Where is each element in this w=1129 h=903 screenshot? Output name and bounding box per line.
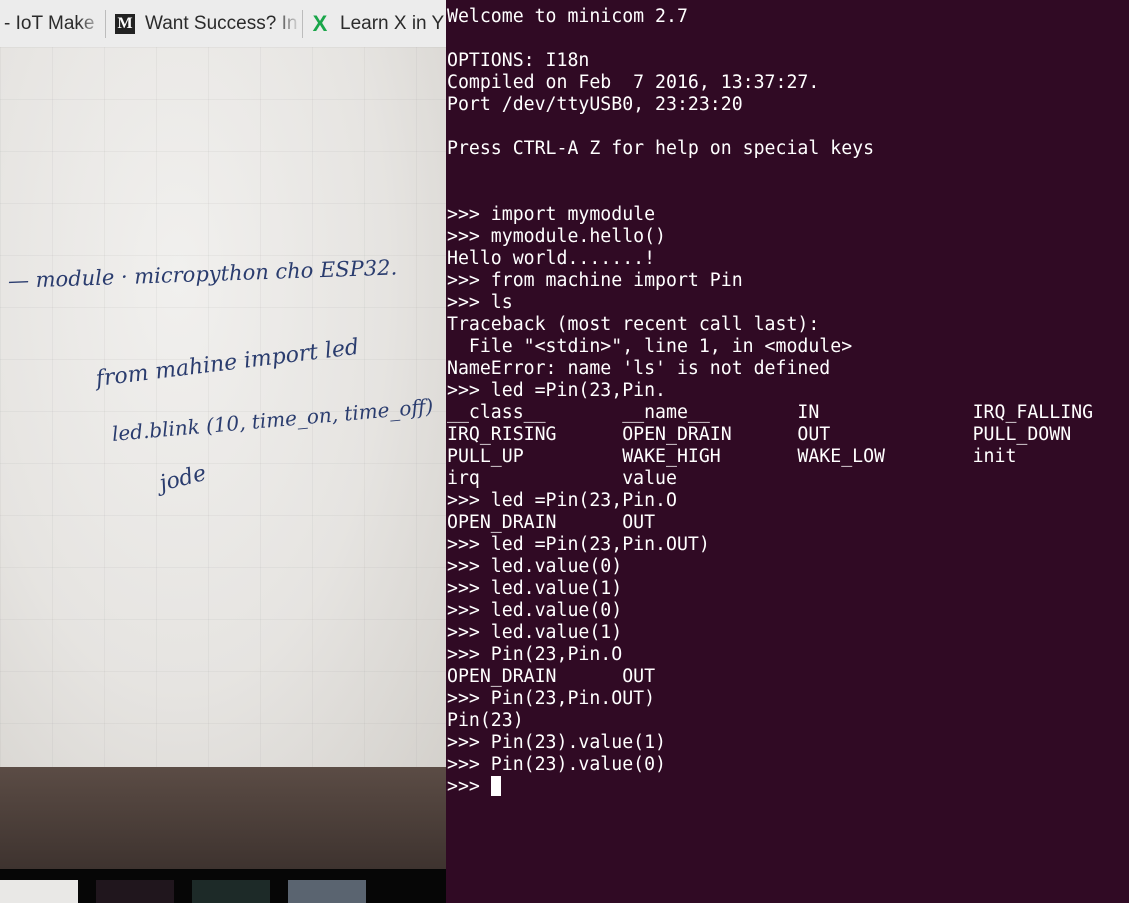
- terminal-line: >>> led =Pin(23,Pin.: [447, 380, 666, 401]
- terminal-line: >>> ls: [447, 292, 513, 313]
- terminal-line: OPEN_DRAIN OUT: [447, 666, 656, 687]
- terminal-line: Port /dev/ttyUSB0, 23:23:20: [447, 94, 743, 115]
- terminal-line: PULL_UP WAKE_HIGH WAKE_LOW init: [447, 446, 1017, 467]
- terminal-line: OPEN_DRAIN OUT: [447, 512, 656, 533]
- terminal-line: >>> mymodule.hello(): [447, 226, 666, 247]
- video-thumbnail-strip: [0, 869, 446, 903]
- terminal-line: >>> led.value(1): [447, 622, 623, 643]
- terminal-line: File "<stdin>", line 1, in <module>: [447, 336, 853, 357]
- terminal-line: >>> Pin(23,Pin.O: [447, 644, 623, 665]
- minicom-terminal[interactable]: Welcome to minicom 2.7 OPTIONS: I18n Compi…: [446, 0, 1129, 903]
- terminal-line: NameError: name 'ls' is not defined: [447, 358, 831, 379]
- terminal-prompt-line[interactable]: >>>: [447, 776, 1093, 798]
- video-viewport[interactable]: — module · micropython cho ESP32. from m…: [0, 47, 446, 869]
- terminal-line: >>> led =Pin(23,Pin.OUT): [447, 534, 710, 555]
- browser-tab-bar: - IoT Make M Want Success? In X Learn X …: [0, 0, 446, 48]
- terminal-line: >>> Pin(23,Pin.OUT): [447, 688, 656, 709]
- terminal-prompt: >>>: [447, 776, 491, 797]
- thumbnail-whiteboard[interactable]: [0, 880, 78, 903]
- tab-label: Learn X in Y: [340, 12, 445, 34]
- thumbnail-terminal[interactable]: [96, 880, 174, 903]
- terminal-line: OPTIONS: I18n: [447, 50, 590, 71]
- terminal-output: Welcome to minicom 2.7 OPTIONS: I18n Compi…: [447, 6, 1093, 798]
- terminal-line: Hello world.......!: [447, 248, 656, 269]
- terminal-line: irq value: [447, 468, 677, 489]
- terminal-line: >>> from machine import Pin: [447, 270, 743, 291]
- terminal-line: Pin(23): [447, 710, 524, 731]
- terminal-line: IRQ_RISING OPEN_DRAIN OUT PULL_DOWN: [447, 424, 1072, 445]
- terminal-line: >>> import mymodule: [447, 204, 656, 225]
- medium-m-icon: M: [115, 13, 135, 34]
- terminal-line: Press CTRL-A Z for help on special keys: [447, 138, 875, 159]
- browser-window: - IoT Make M Want Success? In X Learn X …: [0, 0, 446, 903]
- terminal-line: >>> led.value(0): [447, 600, 623, 621]
- tab-fade: [275, 0, 301, 47]
- terminal-cursor: [490, 776, 501, 796]
- tab-want-success[interactable]: M Want Success? In: [115, 0, 301, 47]
- tab-iot-maker[interactable]: - IoT Make: [4, 0, 104, 47]
- terminal-line: Traceback (most recent call last):: [447, 314, 820, 335]
- tab-learn-x-in-y[interactable]: X Learn X in Y: [310, 0, 446, 47]
- terminal-line: >>> led.value(0): [447, 556, 623, 577]
- thumbnail-browser[interactable]: [288, 880, 366, 903]
- thumbnail-desktop[interactable]: [192, 880, 270, 903]
- terminal-line: Compiled on Feb 7 2016, 13:37:27.: [447, 72, 820, 93]
- tab-divider: [302, 10, 303, 38]
- terminal-line: >>> Pin(23).value(0): [447, 754, 666, 775]
- terminal-line: >>> led.value(1): [447, 578, 623, 599]
- terminal-line: >>> led =Pin(23,Pin.O: [447, 490, 677, 511]
- learnxiny-x-icon: X: [312, 10, 328, 36]
- tab-fade: [78, 0, 104, 47]
- terminal-line: __class__ __name__ IN IRQ_FALLING: [447, 402, 1094, 423]
- terminal-line: >>> Pin(23).value(1): [447, 732, 666, 753]
- terminal-line: Welcome to minicom 2.7: [447, 6, 688, 27]
- floor-background: [0, 767, 446, 869]
- tab-divider: [105, 10, 106, 38]
